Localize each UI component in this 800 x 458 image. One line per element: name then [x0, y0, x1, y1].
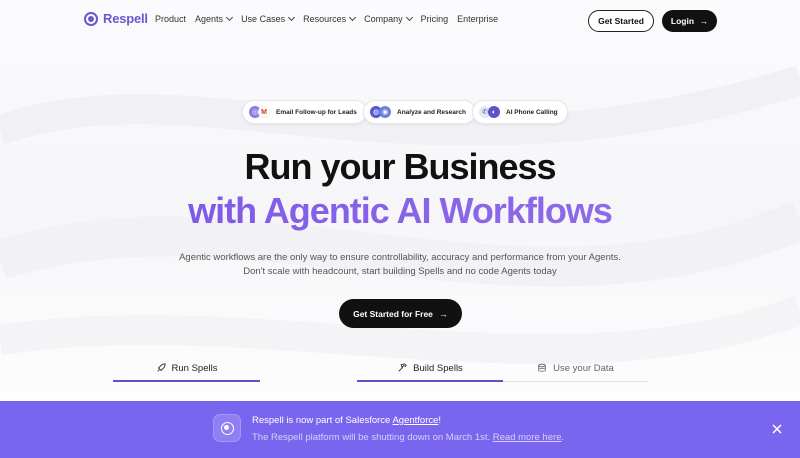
nav-link-label: Use Cases	[241, 14, 286, 24]
nav-links: Product Agents Use Cases Resources Compa…	[155, 13, 498, 24]
tab-run-spells[interactable]: Run Spells	[113, 354, 260, 382]
banner-badge	[213, 414, 241, 442]
banner-line2: The Respell platform will be shutting do…	[252, 432, 564, 443]
nav-link-agents[interactable]: Agents	[195, 13, 234, 24]
arrow-right-icon: →	[438, 308, 448, 319]
tab-label: Run Spells	[171, 362, 218, 374]
nav-link-product[interactable]: Product	[155, 14, 186, 24]
tab-build-spells[interactable]: Build Spells	[357, 354, 503, 382]
tab-underline	[357, 380, 503, 382]
pill-ai-phone-calling[interactable]: ✆ ◐ AI Phone Calling	[472, 100, 568, 124]
logo-text: Respell	[103, 11, 148, 26]
banner-line2-suffix: .	[561, 432, 565, 443]
tab-label: Use your Data	[553, 362, 614, 374]
tab-underline	[113, 380, 260, 382]
voice-icon: ◐	[488, 106, 500, 118]
cta-label: Get Started for Free	[353, 308, 433, 319]
get-started-button[interactable]: Get Started	[588, 10, 654, 32]
arrow-right-icon: →	[699, 16, 709, 26]
close-icon[interactable]	[771, 423, 783, 435]
banner-line1: Respell is now part of Salesforce Agentf…	[252, 415, 441, 426]
pill-icons: ✆ ◐	[479, 106, 500, 118]
respell-logo-icon	[220, 421, 234, 435]
tab-label: Build Spells	[413, 362, 463, 374]
pill-icons: ◎ M	[249, 106, 270, 118]
rocket-icon	[156, 363, 166, 372]
nav-link-label: Company	[364, 14, 403, 24]
top-nav: Respell Product Agents Use Cases Resourc…	[0, 0, 800, 40]
gmail-icon: M	[258, 106, 270, 118]
read-more-link[interactable]: Read more here	[493, 432, 562, 443]
banner-line2-text: The Respell platform will be shutting do…	[252, 432, 493, 443]
nav-link-label: Enterprise	[457, 14, 499, 24]
hero-subtitle-line1: Agentic workflows are the only way to en…	[179, 252, 621, 263]
chevron-down-icon	[226, 13, 234, 22]
nav-link-enterprise[interactable]: Enterprise	[457, 14, 498, 24]
database-icon	[538, 363, 546, 372]
research-icon: ◉	[379, 106, 391, 118]
nav-link-resources[interactable]: Resources	[303, 13, 357, 24]
pill-label: Analyze and Research	[397, 108, 467, 116]
logo[interactable]: Respell	[84, 11, 148, 26]
chevron-down-icon	[405, 13, 413, 22]
hero-title-line2: with Agentic AI Workflows	[0, 190, 800, 232]
login-label: Login	[670, 16, 695, 26]
hero-subtitle-line2: Don't scale with headcount, start buildi…	[243, 266, 557, 277]
banner-line1-text: Respell is now part of Salesforce	[252, 415, 393, 426]
nav-link-company[interactable]: Company	[364, 13, 413, 24]
pill-email-follow-up[interactable]: ◎ M Email Follow-up for Leads	[242, 100, 367, 124]
tab-use-your-data[interactable]: Use your Data	[503, 354, 648, 382]
tab-underline	[503, 381, 648, 382]
hammer-icon	[398, 363, 407, 372]
announcement-banner	[0, 401, 800, 458]
nav-link-label: Agents	[195, 14, 224, 24]
pill-icons: ◍ ◉	[370, 106, 391, 118]
hero-title-line1: Run your Business	[244, 146, 556, 187]
pill-analyze-research[interactable]: ◍ ◉ Analyze and Research	[363, 100, 477, 124]
agentforce-link[interactable]: Agentforce	[392, 415, 438, 426]
respell-logo-icon	[84, 11, 98, 26]
login-button[interactable]: Login →	[662, 10, 717, 32]
banner-line1-suffix: !	[438, 415, 442, 426]
nav-link-pricing[interactable]: Pricing	[421, 14, 449, 24]
pill-label: Email Follow-up for Leads	[276, 108, 357, 116]
chevron-down-icon	[349, 13, 357, 22]
chevron-down-icon	[288, 13, 296, 22]
nav-link-use-cases[interactable]: Use Cases	[241, 13, 296, 24]
nav-link-label: Resources	[303, 14, 347, 24]
nav-link-label: Pricing	[420, 14, 449, 24]
page: Respell Product Agents Use Cases Resourc…	[0, 0, 800, 458]
get-started-free-button[interactable]: Get Started for Free →	[339, 299, 462, 328]
nav-link-label: Product	[155, 14, 187, 24]
pill-label: AI Phone Calling	[506, 108, 558, 116]
